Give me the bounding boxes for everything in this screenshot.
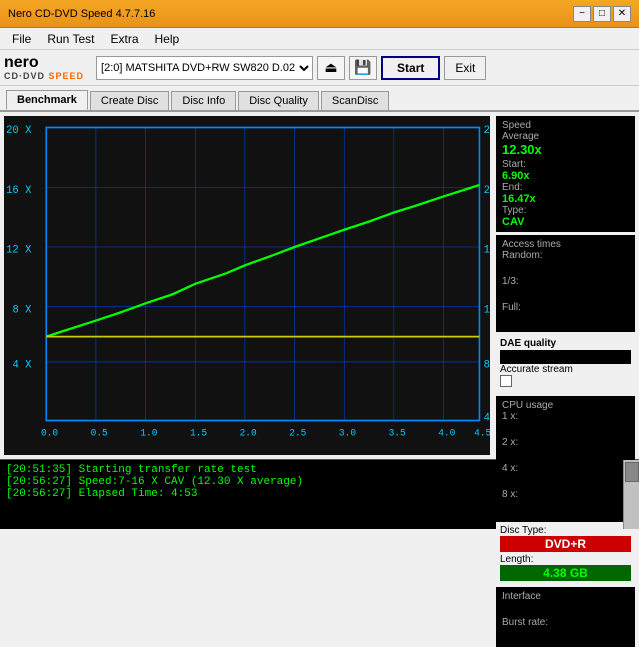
maximize-button[interactable]: □ — [593, 6, 611, 22]
chart-svg: 20 X 16 X 12 X 8 X 4 X 24 20 16 12 8 4 0… — [4, 116, 490, 455]
end-label: End: — [502, 182, 629, 193]
full-label: Full: — [502, 302, 629, 313]
end-value: 16.47x — [502, 193, 629, 205]
svg-text:8 X: 8 X — [12, 304, 31, 316]
speed-section: Speed Average 12.30x Start: 6.90x End: 1… — [496, 116, 635, 232]
one-third-label: 1/3: — [502, 276, 629, 287]
svg-text:12 X: 12 X — [6, 244, 32, 256]
tab-scandisc[interactable]: ScanDisc — [321, 91, 389, 110]
one-third-bar — [502, 288, 629, 302]
svg-text:20 X: 20 X — [6, 125, 32, 137]
exit-button[interactable]: Exit — [444, 56, 486, 80]
access-times-label: Access times — [502, 239, 629, 250]
tab-benchmark[interactable]: Benchmark — [6, 90, 88, 110]
svg-text:16 X: 16 X — [6, 185, 32, 197]
length-label: Length: — [500, 554, 631, 565]
log-scrollbar[interactable] — [623, 460, 639, 529]
tabbar: Benchmark Create Disc Disc Info Disc Qua… — [0, 86, 639, 112]
svg-text:24: 24 — [484, 125, 490, 137]
random-label: Random: — [502, 250, 629, 261]
right-panel: Speed Average 12.30x Start: 6.90x End: 1… — [494, 112, 639, 459]
log-area: [20:51:35] Starting transfer rate test [… — [0, 459, 639, 529]
tab-disc-quality[interactable]: Disc Quality — [238, 91, 319, 110]
cpu-1x-bar — [502, 423, 629, 437]
svg-text:2.5: 2.5 — [289, 427, 306, 438]
drive-selector[interactable]: [2:0] MATSHITA DVD+RW SW820 D.02 — [96, 56, 313, 80]
svg-text:4: 4 — [484, 412, 490, 424]
start-button[interactable]: Start — [381, 56, 440, 80]
svg-text:4.0: 4.0 — [438, 427, 455, 438]
average-value: 12.30x — [502, 142, 629, 157]
svg-text:3.0: 3.0 — [339, 427, 356, 438]
dae-quality-section: DAE quality Accurate stream — [496, 335, 635, 393]
length-value: 4.38 GB — [500, 565, 631, 581]
average-label: Average — [502, 131, 629, 142]
tab-disc-info[interactable]: Disc Info — [171, 91, 236, 110]
svg-text:4 X: 4 X — [12, 359, 31, 371]
speed-label: Speed — [502, 120, 629, 131]
cpu-1x-label: 1 x: — [502, 411, 629, 422]
eject-icon[interactable]: ⏏ — [317, 56, 345, 80]
window-controls: − □ ✕ — [573, 6, 631, 22]
log-line-1: [20:51:35] Starting transfer rate test — [6, 464, 617, 476]
logo: nero CD·DVD SPEED — [4, 55, 84, 81]
interface-section: Interface Burst rate: — [496, 587, 635, 647]
svg-text:2.0: 2.0 — [240, 427, 257, 438]
dae-quality-label: DAE quality — [500, 338, 631, 349]
svg-text:4.5: 4.5 — [474, 427, 490, 438]
burst-rate-bar — [502, 629, 629, 643]
menu-extra[interactable]: Extra — [102, 30, 146, 48]
random-bar — [502, 262, 629, 276]
cpu-usage-label: CPU usage — [502, 400, 629, 411]
tab-create-disc[interactable]: Create Disc — [90, 91, 169, 110]
dae-bar — [500, 350, 631, 364]
svg-text:0.0: 0.0 — [41, 427, 58, 438]
svg-text:1.5: 1.5 — [190, 427, 207, 438]
access-times-section: Access times Random: 1/3: Full: — [496, 235, 635, 332]
disc-info-section: Disc Type: DVD+R Length: 4.38 GB — [496, 522, 635, 584]
svg-text:0.5: 0.5 — [91, 427, 108, 438]
menubar: File Run Test Extra Help — [0, 28, 639, 50]
minimize-button[interactable]: − — [573, 6, 591, 22]
save-icon[interactable]: 💾 — [349, 56, 377, 80]
svg-text:3.5: 3.5 — [389, 427, 406, 438]
svg-text:8: 8 — [484, 359, 490, 371]
type-label: Type: — [502, 205, 629, 216]
close-button[interactable]: ✕ — [613, 6, 631, 22]
menu-help[interactable]: Help — [147, 30, 188, 48]
titlebar: Nero CD-DVD Speed 4.7.7.16 − □ ✕ — [0, 0, 639, 28]
start-label: Start: — [502, 159, 629, 170]
log-line-3: [20:56:27] Elapsed Time: 4:53 — [6, 488, 617, 500]
menu-file[interactable]: File — [4, 30, 39, 48]
cpu-2x-label: 2 x: — [502, 437, 629, 448]
interface-label: Interface — [502, 591, 629, 602]
svg-text:16: 16 — [484, 244, 490, 256]
burst-rate-label: Burst rate: — [502, 617, 629, 628]
menu-runtest[interactable]: Run Test — [39, 30, 102, 48]
main-content: 20 X 16 X 12 X 8 X 4 X 24 20 16 12 8 4 0… — [0, 112, 639, 459]
disc-type-value: DVD+R — [500, 536, 631, 552]
log-content: [20:51:35] Starting transfer rate test [… — [0, 460, 623, 529]
accurate-stream-checkbox[interactable] — [500, 375, 512, 387]
svg-text:12: 12 — [484, 304, 490, 316]
start-value: 6.90x — [502, 170, 629, 182]
toolbar: nero CD·DVD SPEED [2:0] MATSHITA DVD+RW … — [0, 50, 639, 86]
log-line-2: [20:56:27] Speed:7-16 X CAV (12.30 X ave… — [6, 476, 617, 488]
type-value: CAV — [502, 216, 629, 228]
full-bar — [502, 314, 629, 328]
accurate-stream-label: Accurate stream — [500, 364, 631, 375]
interface-bar — [502, 603, 629, 617]
chart-area: 20 X 16 X 12 X 8 X 4 X 24 20 16 12 8 4 0… — [4, 116, 490, 455]
svg-text:20: 20 — [484, 185, 490, 197]
title-text: Nero CD-DVD Speed 4.7.7.16 — [8, 8, 155, 20]
svg-text:1.0: 1.0 — [140, 427, 157, 438]
